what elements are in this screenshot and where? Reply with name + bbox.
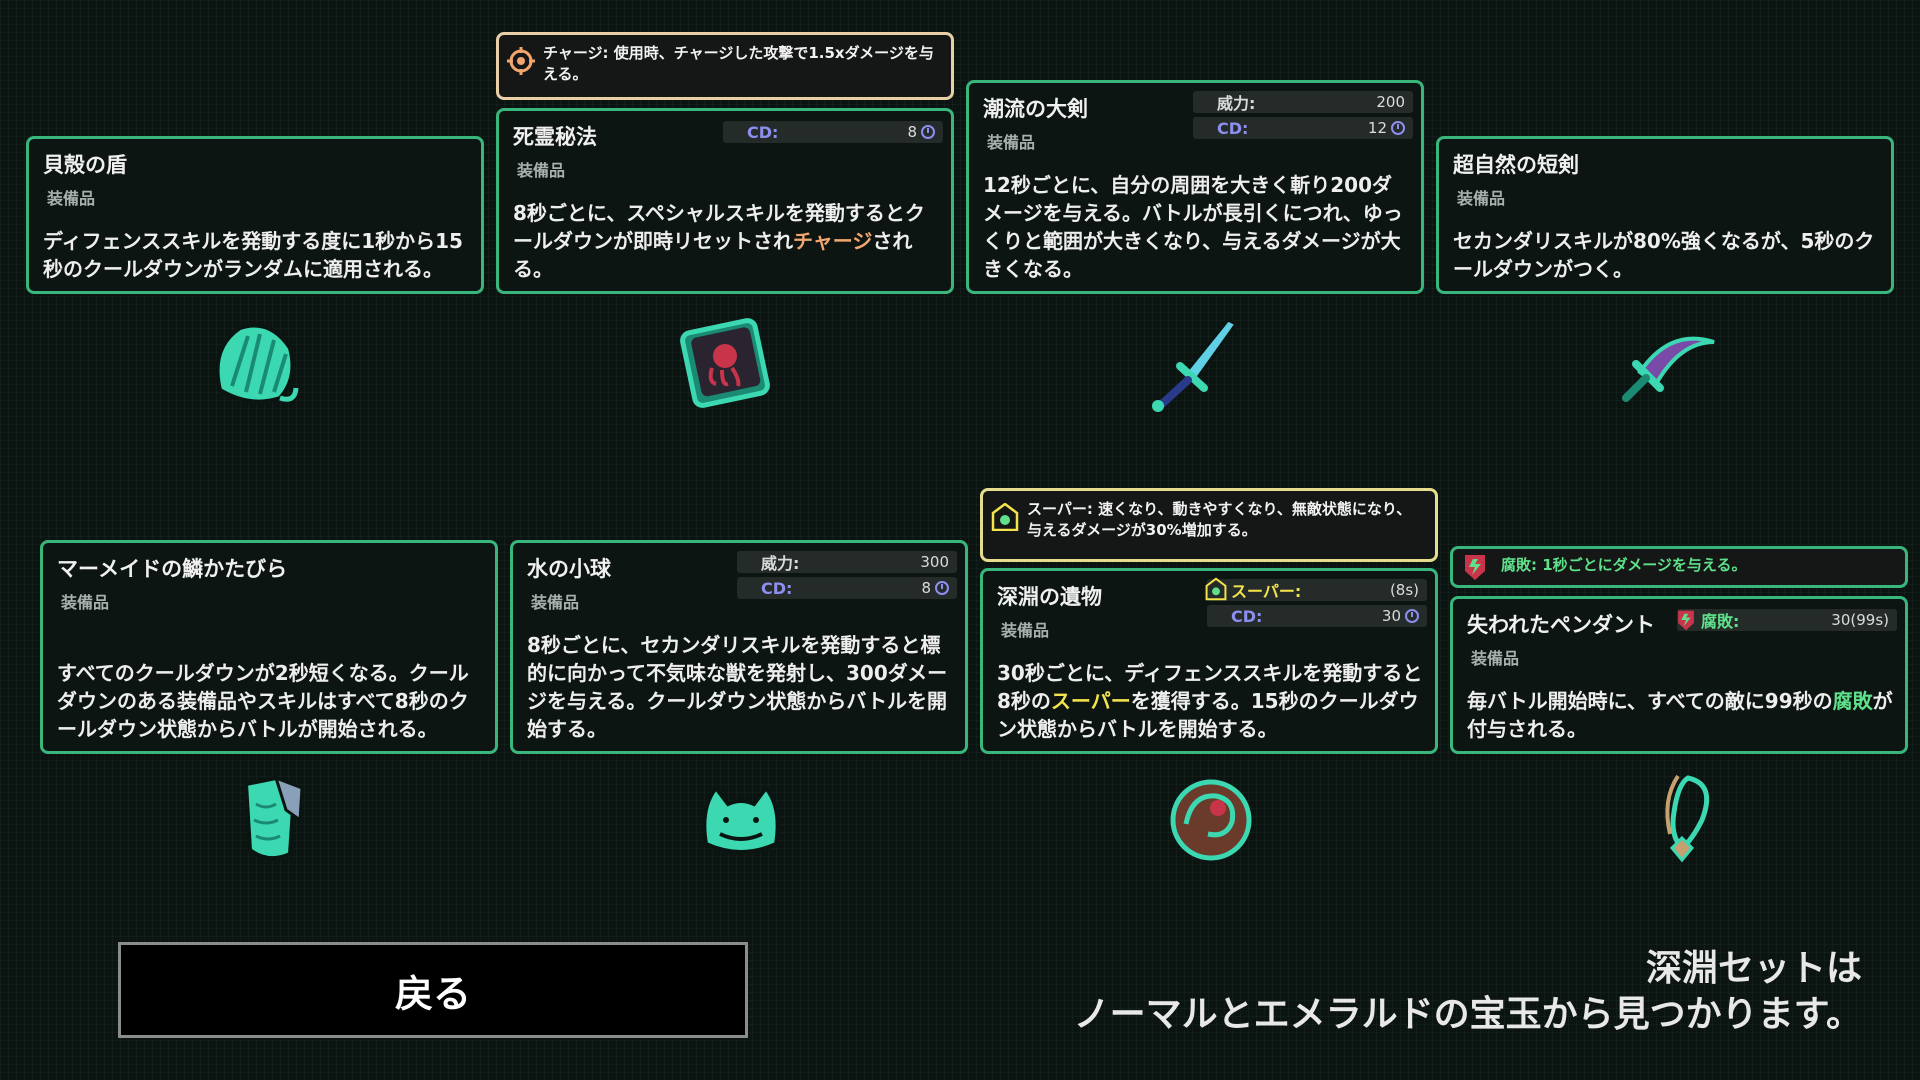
super-icon [991, 503, 1019, 531]
super-icon [1205, 577, 1227, 601]
super-keyword: スーパー [1050, 689, 1131, 713]
item-stats: CD: 8 [723, 121, 943, 147]
super-value: (8s) [1389, 581, 1419, 599]
item-description: ディフェンススキルを発動する度に1秒から15秒のクールダウンがランダムに適用され… [43, 229, 463, 281]
item-card-necronomicon[interactable]: 死霊秘法 装備品 CD: 8 8秒ごとに、スペシャルスキルを発動するとクールダウ… [496, 108, 954, 294]
power-value: 300 [920, 553, 949, 571]
item-card-shell-shield[interactable]: 貝殻の盾 装備品 ディフェンススキルを発動する度に1秒から15秒のクールダウンが… [26, 136, 484, 294]
cd-label: CD: [761, 578, 793, 598]
set-location-info: 深淵セットは ノーマルとエメラルドの宝玉から見つかります。 [1074, 946, 1862, 1038]
cd-label: CD: [747, 122, 779, 142]
rot-label: 腐敗: [1701, 612, 1740, 631]
item-name: 超自然の短剣 [1453, 153, 1579, 177]
item-card-water-orb[interactable]: 水の小球 装備品 威力: 300 CD: 8 8秒ごとに、セカンダリスキルを発動… [510, 540, 968, 754]
cd-value: 12 [1367, 119, 1387, 137]
cd-value: 8 [921, 579, 931, 597]
item-name: 貝殻の盾 [43, 153, 127, 177]
power-label: 威力: [761, 554, 800, 573]
abyss-relic-icon[interactable] [1156, 764, 1266, 874]
rot-icon [1678, 610, 1694, 631]
item-description: 毎バトル開始時に、すべての敵に99秒の腐敗が付与される。 [1467, 689, 1893, 741]
power-label: 威力: [1217, 94, 1256, 113]
cd-label: CD: [1231, 606, 1263, 626]
charge-tooltip: チャージ: 使用時、チャージした攻撃で1.5xダメージを与える。 [496, 32, 954, 100]
cd-stat: CD: 12 [1193, 117, 1413, 139]
power-stat: 威力: 300 [737, 551, 957, 573]
rot-icon [1465, 555, 1485, 580]
shell-shield-icon[interactable] [200, 308, 310, 418]
item-type: 装備品 [61, 593, 110, 612]
item-stats: 威力: 300 CD: 8 [737, 551, 957, 603]
item-description: セカンダリスキルが80%強くなるが、5秒のクールダウンがつく。 [1453, 229, 1875, 281]
super-tooltip: スーパー: 速くなり、動きやすくなり、無敵状態になり、与えるダメージが30%増加… [980, 488, 1438, 562]
super-stat: スーパー: (8s) [1205, 577, 1427, 601]
footer-line-1: 深淵セットは [1645, 948, 1862, 989]
tidal-sword-icon[interactable] [1140, 308, 1250, 418]
item-card-abyss-relic[interactable]: 深淵の遺物 装備品 スーパー: (8s) CD: 30 30秒ごとに、ディフェン… [980, 568, 1438, 754]
power-value: 200 [1376, 93, 1405, 111]
clock-icon [1405, 609, 1419, 623]
item-stats: 腐敗: 30(99s) [1677, 609, 1897, 635]
item-card-tidal-sword[interactable]: 潮流の大剣 装備品 威力: 200 CD: 12 12秒ごとに、自分の周囲を大き… [966, 80, 1424, 294]
super-label: スーパー: [1231, 582, 1302, 601]
footer-line-2: ノーマルとエメラルドの宝玉から見つかります。 [1073, 994, 1862, 1035]
lost-pendant-icon[interactable] [1626, 764, 1736, 874]
item-name: マーメイドの鱗かたびら [57, 557, 288, 581]
item-stats: スーパー: (8s) CD: 30 [1205, 577, 1427, 631]
charge-icon [507, 47, 535, 75]
item-type: 装備品 [1457, 189, 1506, 208]
charge-keyword: チャージ [793, 229, 873, 253]
item-type: 装備品 [47, 189, 96, 208]
cd-stat: CD: 8 [723, 121, 943, 143]
cd-value: 30 [1381, 607, 1401, 625]
item-description: すべてのクールダウンが2秒短くなる。クールダウンのある装備品やスキルはすべて8秒… [57, 661, 469, 741]
water-orb-icon[interactable] [686, 764, 796, 874]
mermaid-scale-icon[interactable] [216, 764, 326, 874]
item-type: 装備品 [1471, 649, 1520, 668]
necronomicon-icon[interactable] [670, 308, 780, 418]
power-stat: 威力: 200 [1193, 91, 1413, 113]
item-description: 8秒ごとに、スペシャルスキルを発動するとクールダウンが即時リセットされチャージさ… [513, 201, 925, 281]
rot-value: 30(99s) [1831, 611, 1889, 629]
back-button[interactable]: 戻る [118, 942, 748, 1038]
supernatural-dagger-icon[interactable] [1610, 308, 1720, 418]
rot-tooltip: 腐敗: 1秒ごとにダメージを与える。 [1450, 546, 1908, 588]
item-type: 装備品 [517, 161, 566, 180]
cd-value: 8 [907, 123, 917, 141]
rot-keyword: 腐敗 [1832, 689, 1873, 713]
item-stats: 威力: 200 CD: 12 [1193, 91, 1413, 143]
cd-stat: CD: 30 [1207, 605, 1427, 627]
cd-stat: CD: 8 [737, 577, 957, 599]
clock-icon [1391, 121, 1405, 135]
item-description: 30秒ごとに、ディフェンススキルを発動すると8秒のスーパーを獲得する。15秒のク… [997, 661, 1423, 741]
item-card-lost-pendant[interactable]: 失われたペンダント 装備品 腐敗: 30(99s) 毎バトル開始時に、すべての敵… [1450, 596, 1908, 754]
item-description: 12秒ごとに、自分の周囲を大きく斬り200ダメージを与える。バトルが長引くにつれ… [983, 173, 1403, 281]
item-card-supernatural-dagger[interactable]: 超自然の短剣 装備品 セカンダリスキルが80%強くなるが、5秒のクールダウンがつ… [1436, 136, 1894, 294]
clock-icon [921, 125, 935, 139]
rot-stat: 腐敗: 30(99s) [1677, 609, 1897, 631]
cd-label: CD: [1217, 118, 1249, 138]
item-card-mermaid-scale[interactable]: マーメイドの鱗かたびら 装備品 すべてのクールダウンが2秒短くなる。クールダウン… [40, 540, 498, 754]
clock-icon [935, 581, 949, 595]
item-description: 8秒ごとに、セカンダリスキルを発動すると標的に向かって不気味な獣を発射し、300… [527, 633, 948, 741]
